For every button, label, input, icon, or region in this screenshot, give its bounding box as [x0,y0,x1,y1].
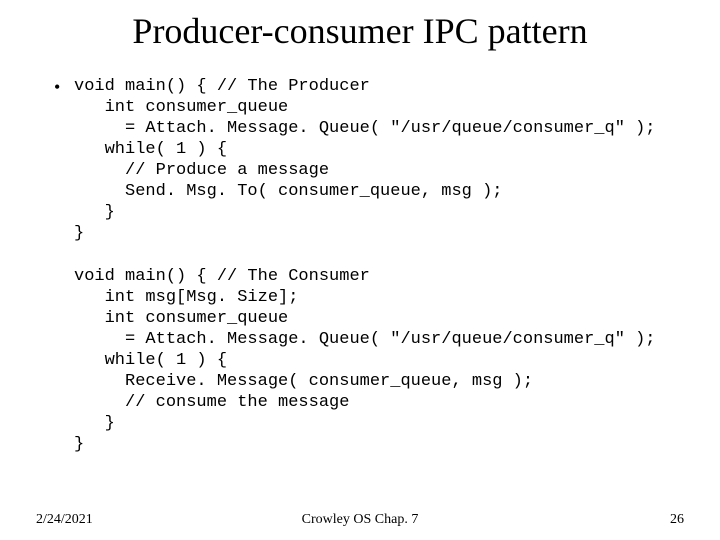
slide: Producer-consumer IPC pattern • void mai… [0,0,720,540]
footer-source: Crowley OS Chap. 7 [36,512,684,528]
bullet-dot-icon: • [54,76,74,98]
code-block-consumer: void main() { // The Consumer int msg[Ms… [74,266,656,455]
slide-title: Producer-consumer IPC pattern [0,10,720,52]
bullet-item-producer: • void main() { // The Producer int cons… [54,76,694,244]
slide-footer: 2/24/2021 Crowley OS Chap. 7 26 [36,512,684,528]
footer-page-number: 26 [670,512,684,528]
bullet-item-consumer: void main() { // The Consumer int msg[Ms… [54,266,694,455]
slide-body: • void main() { // The Producer int cons… [54,76,694,455]
footer-date: 2/24/2021 [36,512,93,528]
code-block-producer: void main() { // The Producer int consum… [74,76,656,244]
